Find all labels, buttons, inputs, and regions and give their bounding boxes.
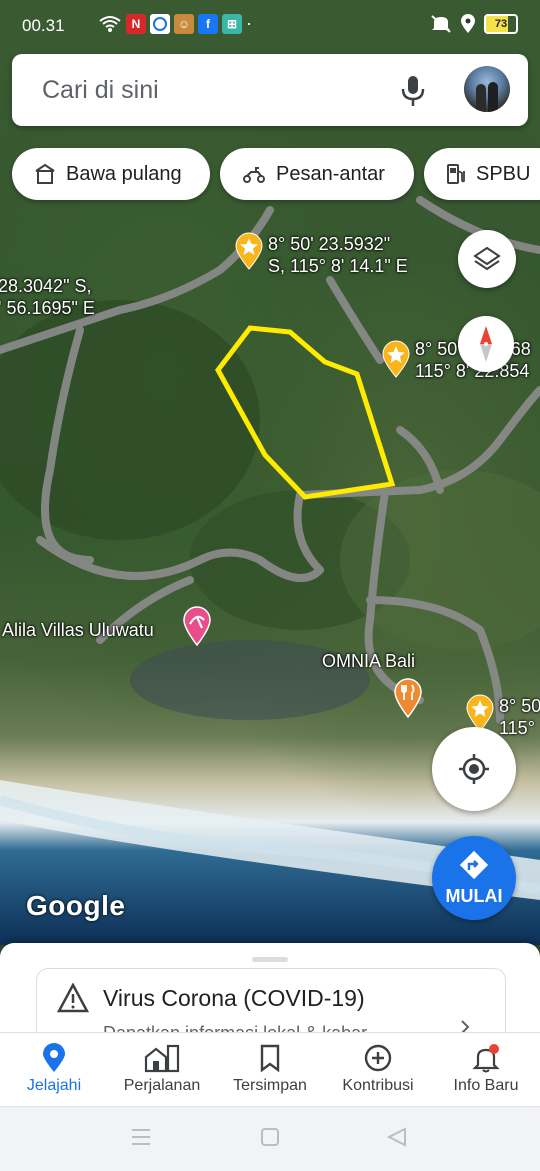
my-location-button[interactable] xyxy=(432,727,516,811)
compass-icon xyxy=(480,326,492,362)
battery-icon: 73 xyxy=(484,14,518,34)
nav-tab-contribute[interactable]: Kontribusi xyxy=(324,1033,432,1107)
pin-coordinate-label: 8° 50' 23.5932" S, 115° 8' 14.1" E xyxy=(268,234,408,276)
facebook-icon: f xyxy=(198,14,218,34)
restaurant-pin-icon[interactable] xyxy=(393,678,423,718)
crosshair-icon xyxy=(459,754,489,784)
nav-tab-commute[interactable]: Perjalanan xyxy=(108,1033,216,1107)
hotel-pin-icon[interactable] xyxy=(182,606,212,646)
microphone-icon[interactable] xyxy=(398,74,428,108)
status-bar: 00.31 N ☺ f ⊞ · 73 xyxy=(0,0,540,52)
chip-delivery[interactable]: Pesan-antar xyxy=(220,148,414,200)
home-icon[interactable] xyxy=(259,1127,281,1147)
saved-star-pin-icon[interactable] xyxy=(234,232,264,270)
nav-tab-updates[interactable]: Info Baru xyxy=(432,1033,540,1107)
chip-takeout[interactable]: Bawa pulang xyxy=(12,148,210,200)
directions-icon xyxy=(459,850,489,880)
place-label-alila[interactable]: Alila Villas Uluwatu xyxy=(2,619,154,641)
explore-pin-icon xyxy=(43,1043,65,1072)
nav-tab-saved[interactable]: Tersimpan xyxy=(216,1033,324,1107)
search-input[interactable]: Cari di sini xyxy=(42,76,159,105)
gas-pump-icon xyxy=(447,164,465,184)
layers-button[interactable] xyxy=(458,230,516,288)
start-navigation-button[interactable]: MULAI xyxy=(432,836,516,920)
chip-gas-station[interactable]: SPBU xyxy=(424,148,540,200)
wifi-icon xyxy=(99,16,121,32)
place-label-omnia[interactable]: OMNIA Bali xyxy=(322,650,415,672)
account-avatar[interactable] xyxy=(464,66,510,112)
more-notifications-icon: · xyxy=(246,13,252,33)
clock: 00.31 xyxy=(22,16,65,35)
system-navigation-bar xyxy=(0,1106,540,1171)
bookmark-icon xyxy=(260,1044,280,1073)
nav-tab-explore[interactable]: Jelajahi xyxy=(0,1033,108,1107)
calculator-app-icon: ⊞ xyxy=(222,14,242,34)
google-logo: Google xyxy=(26,890,126,921)
layers-icon xyxy=(473,246,501,271)
saved-star-pin-icon[interactable] xyxy=(381,340,411,378)
covid-card-title: Virus Corona (COVID-19) xyxy=(103,985,365,1011)
game-app-icon: ☺ xyxy=(174,14,194,34)
takeout-bag-icon xyxy=(35,163,55,184)
notification-app-icon xyxy=(150,14,170,34)
menu-icon[interactable] xyxy=(130,1127,152,1147)
mute-icon xyxy=(431,15,451,33)
bottom-navigation: Jelajahi Perjalanan Tersimpan Kontribusi… xyxy=(0,1032,540,1107)
location-icon xyxy=(461,14,475,33)
news-app-icon: N xyxy=(126,14,146,34)
commute-buildings-icon xyxy=(144,1044,180,1073)
pin-coordinate-label: 8° 50 115° xyxy=(499,696,540,738)
bottom-sheet[interactable]: Virus Corona (COVID-19) Dapatkan informa… xyxy=(0,943,540,1050)
compass-button[interactable] xyxy=(458,316,514,372)
back-icon[interactable] xyxy=(386,1127,408,1147)
edge-coordinate-label: 28.3042" S, ' 56.1695" E xyxy=(0,276,95,318)
warning-icon xyxy=(57,983,89,1013)
scooter-icon xyxy=(243,167,265,183)
search-bar[interactable]: Cari di sini xyxy=(12,54,528,126)
notification-bell-icon xyxy=(472,1044,500,1073)
add-circle-icon xyxy=(364,1044,392,1072)
sheet-drag-handle[interactable] xyxy=(252,957,288,962)
